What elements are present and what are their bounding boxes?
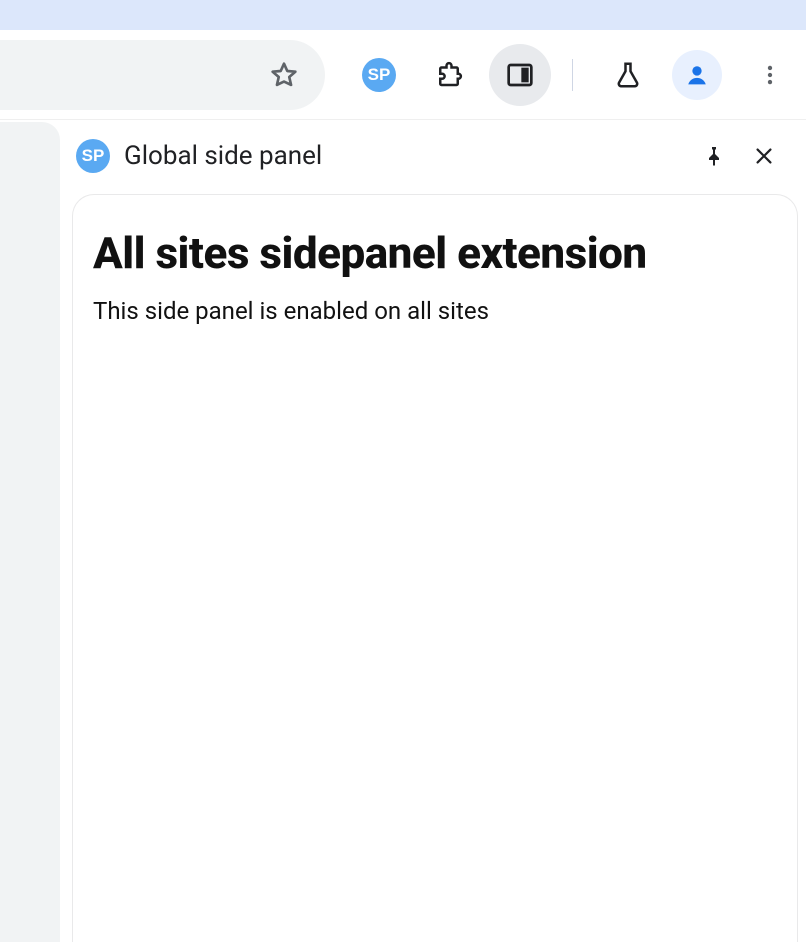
toolbar-separator: [572, 59, 573, 91]
browser-toolbar: SP: [0, 30, 806, 120]
labs-flask-icon[interactable]: [606, 53, 650, 97]
pin-icon[interactable]: [696, 138, 732, 174]
page-content-edge: [0, 122, 60, 942]
extensions-puzzle-icon[interactable]: [427, 53, 471, 97]
profile-avatar-icon[interactable]: [672, 50, 722, 100]
sidepanel-title: Global side panel: [124, 141, 682, 171]
content-heading: All sites sidepanel extension: [93, 227, 777, 279]
overflow-menu-icon[interactable]: [748, 53, 792, 97]
bookmark-star-icon[interactable]: [262, 53, 306, 97]
sidepanel-content: All sites sidepanel extension This side …: [72, 194, 798, 942]
side-panel: SP Global side panel All sites sidepanel…: [60, 120, 806, 942]
sidepanel-header: SP Global side panel: [60, 124, 806, 188]
extension-sp-icon[interactable]: SP: [357, 53, 401, 97]
window-titlebar: [0, 0, 806, 30]
close-icon[interactable]: [746, 138, 782, 174]
content-description: This side panel is enabled on all sites: [93, 297, 777, 325]
sp-badge: SP: [362, 58, 396, 92]
sidepanel-badge-icon: SP: [76, 139, 110, 173]
sidepanel-toggle-icon[interactable]: [489, 44, 551, 106]
